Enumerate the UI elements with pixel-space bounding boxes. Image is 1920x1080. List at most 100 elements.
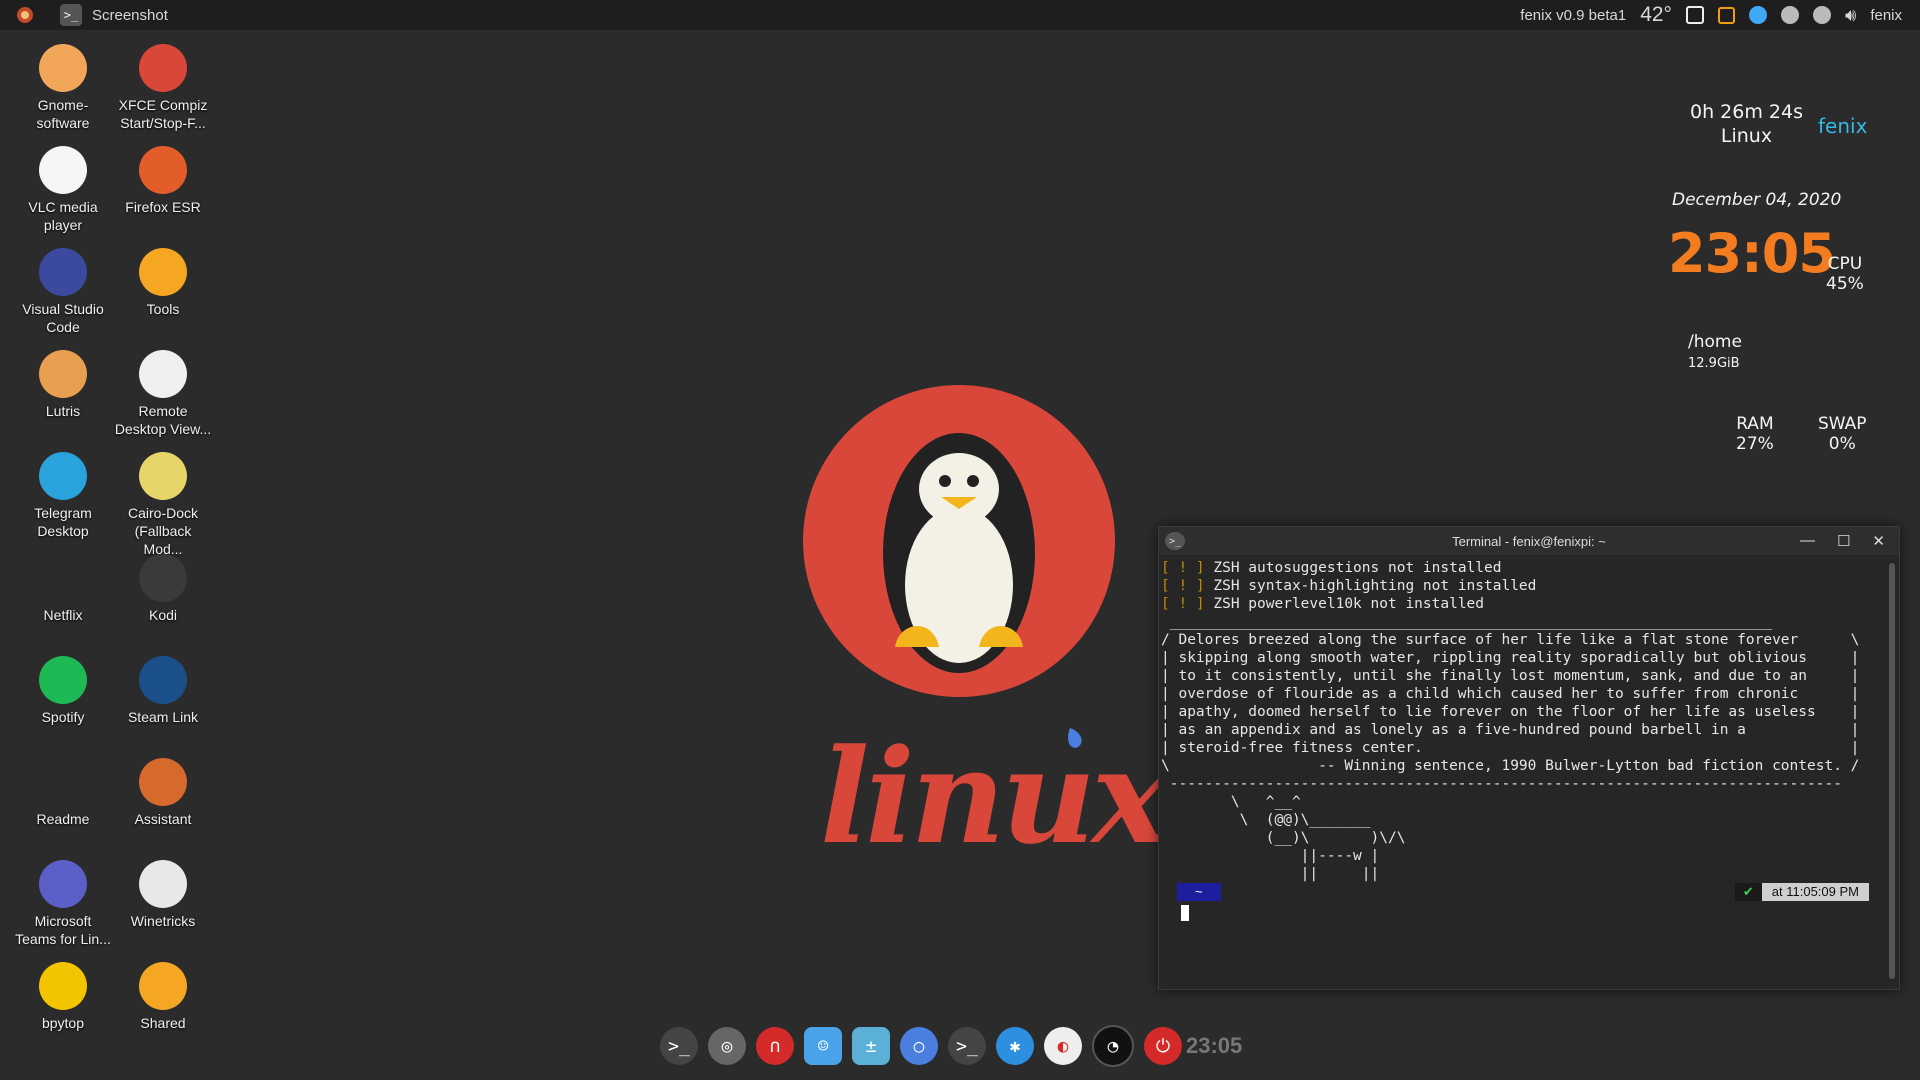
desktop-icon[interactable]: Tools [114, 248, 212, 318]
pie-chart-icon[interactable]: ◐ [1044, 1027, 1082, 1065]
teams-icon [39, 860, 87, 908]
screenshot-icon[interactable]: ◎ [708, 1027, 746, 1065]
display-icon[interactable] [1685, 6, 1704, 24]
settings-icon[interactable] [1812, 6, 1831, 24]
prompt-status: ✔ at 11:05:09 PM [1734, 883, 1869, 901]
bluetooth-icon[interactable]: ✱ [996, 1027, 1034, 1065]
desktop-icon[interactable]: Telegram Desktop [14, 452, 112, 540]
home-value: 12.9GiB [1688, 356, 1740, 371]
terminal-2-icon[interactable]: >_ [948, 1027, 986, 1065]
magnet-icon[interactable]: ∩ [756, 1027, 794, 1065]
fenix-logo-icon [17, 7, 33, 23]
desktop-icon-label: Microsoft Teams for Lin... [15, 913, 111, 947]
uptime-value: 0h 26m 24s [1690, 101, 1803, 123]
os-name: Linux [1720, 125, 1773, 147]
close-icon[interactable]: ✕ [1872, 532, 1885, 550]
app-menu-button[interactable] [0, 0, 50, 30]
desktop-icon-label: XFCE Compiz Start/Stop-F... [118, 97, 208, 131]
desktop-icon-label: Visual Studio Code [22, 301, 104, 335]
desktop-icon-label: Steam Link [127, 709, 199, 725]
desktop-icon-label: bpytop [41, 1015, 85, 1031]
user-name[interactable]: fenix [1870, 7, 1902, 24]
warn-text: ZSH powerlevel10k not installed [1204, 596, 1485, 612]
desktop-icon[interactable]: Visual Studio Code [14, 248, 112, 336]
dock: >_ ◎ ∩ ☺ ± ○ >_ ✱ ◐ ◔ ⏻ 23:05 [640, 1012, 1280, 1080]
dock-clock: 23:05 [1186, 1033, 1243, 1058]
terminal-scrollbar[interactable] [1889, 563, 1895, 979]
tux-penguin-icon [883, 433, 1035, 673]
terminal-icon[interactable]: >_ [660, 1027, 698, 1065]
volume-icon[interactable]: 🔊︎ [1845, 5, 1856, 26]
desktop-icon[interactable]: Firefox ESR [114, 146, 212, 216]
netflix-icon [39, 554, 87, 602]
cpu-widget: CPU 45% [1826, 254, 1864, 294]
text-cursor [1181, 905, 1189, 921]
desktop-icon[interactable]: Lutris [14, 350, 112, 420]
desktop-icon[interactable]: Remote Desktop View... [114, 350, 212, 438]
desktop-icon[interactable]: Cairo-Dock (Fallback Mod... [114, 452, 212, 558]
maximize-icon[interactable]: ☐ [1837, 532, 1850, 550]
tux-logo [803, 385, 1115, 697]
desktop-icon[interactable]: bpytop [14, 962, 112, 1032]
desktop-icon-label: Tools [146, 301, 180, 317]
wallpaper-linux-word: linux [820, 720, 1169, 873]
terminal-window[interactable]: >_ Terminal - fenix@fenixpi: ~ — ☐ ✕ [ !… [1158, 526, 1900, 990]
desktop-icon[interactable]: Gnome-software [14, 44, 112, 132]
calculator-icon[interactable]: ± [852, 1027, 890, 1065]
shared-folder-icon [139, 962, 187, 1010]
lutris-icon [39, 350, 87, 398]
firefox-icon [139, 146, 187, 194]
warn-mark: [ ! ] [1161, 596, 1205, 612]
top-panel: >_ Screenshot fenix v0.9 beta1 42° 🔊︎ fe… [0, 0, 1920, 30]
desktop-icon[interactable]: Microsoft Teams for Lin... [14, 860, 112, 948]
compiz-icon [139, 44, 187, 92]
warn-line: [ ! ] ZSH autosuggestions not installed [1161, 559, 1885, 577]
telegram-icon [39, 452, 87, 500]
desktop-icon[interactable]: Kodi [114, 554, 212, 624]
taskbar-app-label: Screenshot [92, 6, 168, 24]
desktop-icon[interactable]: Netflix [14, 554, 112, 624]
desktop-icon-label: Gnome-software [36, 97, 90, 131]
terminal-output[interactable]: [ ! ] ZSH autosuggestions not installed[… [1161, 559, 1885, 985]
ram-label: RAM [1736, 414, 1774, 434]
host-label: fenix [1818, 114, 1868, 138]
minimize-icon[interactable]: — [1800, 532, 1815, 550]
warn-mark: [ ! ] [1161, 560, 1205, 576]
bpytop-icon [39, 962, 87, 1010]
folder-icon [139, 248, 187, 296]
desktop-icon-label: Shared [140, 1015, 186, 1031]
desktop-icon-label: Firefox ESR [125, 199, 201, 215]
network-icon[interactable] [1748, 6, 1767, 24]
gnome-software-icon [39, 44, 87, 92]
uptime-widget: 0h 26m 24s Linux [1690, 100, 1803, 148]
terminal-title: Terminal - fenix@fenixpi: ~ [1452, 533, 1606, 549]
terminal-titlebar[interactable]: >_ Terminal - fenix@fenixpi: ~ — ☐ ✕ [1159, 527, 1899, 555]
steam-link-icon [139, 656, 187, 704]
desktop-icon[interactable]: Assistant [114, 758, 212, 828]
desktop-icon[interactable]: Winetricks [114, 860, 212, 930]
warn-line: [ ! ] ZSH powerlevel10k not installed [1161, 595, 1885, 613]
browser-icon[interactable]: ○ [900, 1027, 938, 1065]
desktop-icon-label: VLC media player [28, 199, 98, 233]
desktop-icon[interactable]: Shared [114, 962, 212, 1032]
distro-version: fenix v0.9 beta1 [1520, 6, 1627, 24]
gauge-icon[interactable]: ◔ [1092, 1025, 1134, 1067]
desktop-icon[interactable]: Spotify [14, 656, 112, 726]
desktop-icon[interactable]: Steam Link [114, 656, 212, 726]
finder-icon[interactable]: ☺ [804, 1027, 842, 1065]
taskbar-app-screenshot[interactable]: >_ Screenshot [50, 0, 178, 30]
swap-widget: SWAP 0% [1818, 414, 1867, 454]
notes-icon[interactable] [1717, 6, 1735, 24]
power-icon[interactable]: ⏻ [1144, 1027, 1182, 1065]
cairo-dock-icon [139, 452, 187, 500]
desktop-icon[interactable]: Readme [14, 758, 112, 828]
readme-icon [39, 758, 87, 806]
desktop-icon[interactable]: XFCE Compiz Start/Stop-F... [114, 44, 212, 132]
vlc-icon [39, 146, 87, 194]
desktop-icon-label: Telegram Desktop [34, 505, 92, 539]
steam-icon[interactable] [1780, 6, 1799, 24]
desktop-icon[interactable]: VLC media player [14, 146, 112, 234]
warn-text: ZSH autosuggestions not installed [1204, 560, 1502, 576]
assistant-icon [139, 758, 187, 806]
clock-time: 23:05 [1668, 222, 1836, 285]
